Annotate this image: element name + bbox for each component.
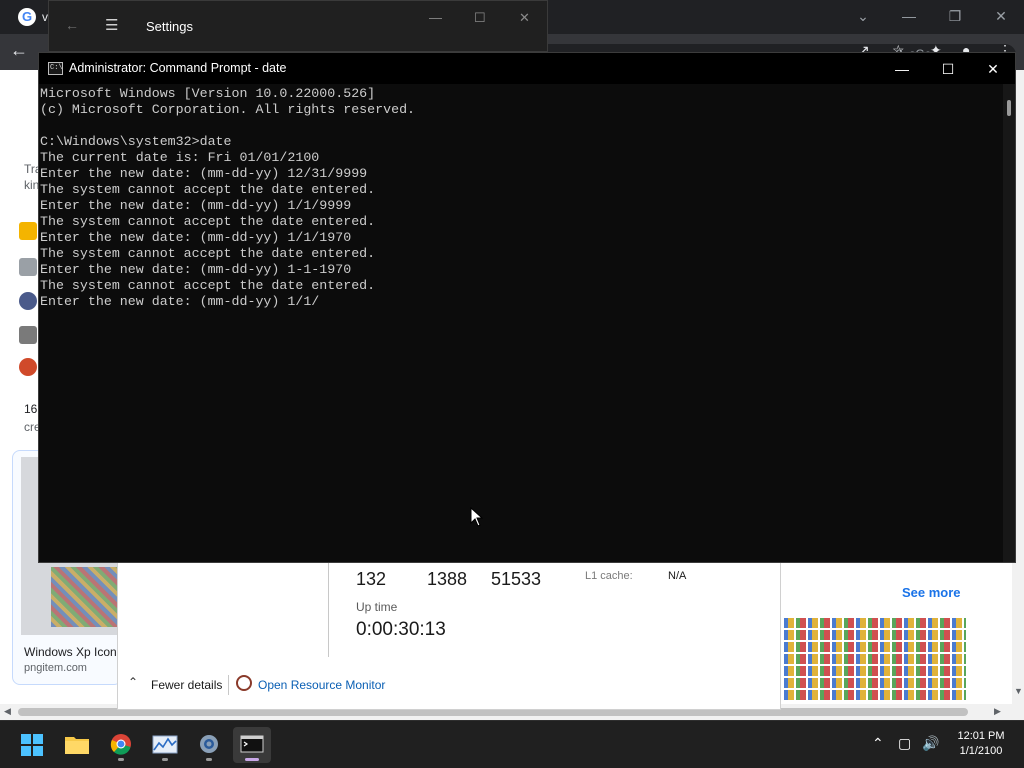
cmd-minimize-button[interactable]: — [879,57,925,81]
uptime-value: 0:00:30:13 [356,619,446,640]
l1-cache-label: L1 cache: [585,570,633,582]
scroll-right-arrow-icon[interactable]: ▶ [994,706,1001,717]
l1-cache-value: N/A [668,570,687,582]
chevron-up-icon[interactable]: ⌃ [128,675,138,689]
command-prompt-icon[interactable]: C:\ [48,62,63,75]
settings-close-button[interactable]: ✕ [519,10,530,26]
console-line: The current date is: Fri 01/01/2100 [40,150,320,165]
console-line: The system cannot accept the date entere… [40,182,376,197]
taskbar-command-prompt[interactable] [233,727,271,763]
uptime-label: Up time [356,600,398,614]
taskbar-file-explorer[interactable] [58,727,96,763]
taskbar-settings[interactable] [190,727,228,763]
browser-restore-button[interactable]: ❐ [940,6,970,26]
browser-back-arrow-icon[interactable]: ← [10,40,28,61]
handles-value: 132 [356,569,387,589]
console-line: The system cannot accept the date entere… [40,214,376,229]
image-result-title[interactable]: Windows Xp Icon [24,645,117,659]
glasses-thumbnail-icon[interactable] [19,292,37,310]
chevron-up-icon[interactable]: ⌃ [872,735,884,752]
command-prompt-titlebar[interactable]: C:\ Administrator: Command Prompt - date… [39,53,1015,84]
cmd-maximize-button[interactable]: ☐ [925,57,971,81]
console-output[interactable]: Microsoft Windows [Version 10.0.22000.52… [39,84,1003,562]
system-clock[interactable]: 12:01 PM 1/1/2100 [946,729,1016,759]
taskbar: ⌃ ▢ 🔊 12:01 PM 1/1/2100 [0,720,1024,768]
console-line: Microsoft Windows [Version 10.0.22000.52… [40,86,376,101]
icon-grid-image[interactable] [782,616,966,702]
taskbar-performance-monitor[interactable] [146,727,184,763]
browser-close-button[interactable]: ✕ [986,6,1016,26]
console-line: Enter the new date: (mm-dd-yy) 12/31/999… [40,166,368,181]
back-arrow-icon[interactable]: ← [65,17,79,33]
clock-date: 1/1/2100 [959,745,1003,757]
threads-value: 1388 [427,569,468,589]
open-resource-monitor-link[interactable]: Open Resource Monitor [258,678,385,692]
command-prompt-window[interactable]: C:\ Administrator: Command Prompt - date… [38,52,1016,563]
link-thumbnail-icon[interactable] [19,326,37,344]
google-favicon-icon[interactable]: G [18,8,36,26]
settings-minimize-button[interactable]: — [429,10,442,25]
settings-window: ← ☰ Settings — ☐ ✕ [48,0,548,52]
see-more-link[interactable]: See more [902,585,961,600]
browser-minimize-button[interactable]: — [894,6,924,26]
console-line: The system cannot accept the date entere… [40,278,376,293]
mouse-pointer-icon [470,507,484,527]
sidebar-text-fragment: 16 [24,402,38,416]
stats-divider [328,561,329,657]
console-scrollbar[interactable] [1003,84,1015,562]
settings-title: Settings [146,19,193,34]
console-line: (c) Microsoft Corporation. All rights re… [40,102,416,117]
console-line: C:\Windows\system32>date [40,134,232,149]
taskbar-chrome[interactable] [102,727,140,763]
processes-value: 51533 [491,569,542,589]
folder-icon [65,737,89,754]
resource-monitor-icon[interactable] [236,675,252,691]
console-scroll-thumb[interactable] [1007,100,1011,116]
cmd-close-button[interactable]: ✕ [970,57,1016,81]
console-line: Enter the new date: (mm-dd-yy) 1-1-1970 [40,262,352,277]
running-indicator [118,758,124,761]
task-manager-footer: ⌃ Fewer details Open Resource Monitor [118,671,780,701]
apple-thumbnail-icon[interactable] [19,358,37,376]
tab-search-chevron-icon[interactable]: ⌄ [848,6,878,26]
console-line: The system cannot accept the date entere… [40,246,376,261]
settings-maximize-button[interactable]: ☐ [474,10,486,26]
fewer-details-button[interactable]: Fewer details [151,678,222,692]
footer-separator [228,675,229,695]
active-indicator [245,758,259,761]
windows-logo-icon [21,734,43,756]
console-input-line[interactable]: Enter the new date: (mm-dd-yy) 1/1/ [40,294,1003,310]
chart-thumbnail-icon[interactable] [19,222,37,240]
console-line: Enter the new date: (mm-dd-yy) 1/1/9999 [40,198,352,213]
scroll-down-arrow-icon[interactable]: ▼ [1014,686,1023,696]
scroll-left-arrow-icon[interactable]: ◀ [4,706,11,717]
task-manager-window: 132 1388 51533 L1 cache: N/A Up time 0:0… [117,560,781,710]
running-indicator [206,758,212,761]
icon-collage-image [51,567,119,627]
document-thumbnail-icon[interactable] [19,258,37,276]
command-prompt-title: Administrator: Command Prompt - date [69,61,287,75]
start-button[interactable] [13,727,51,763]
hamburger-menu-icon[interactable]: ☰ [105,16,118,34]
console-line: Enter the new date: (mm-dd-yy) 1/1/1970 [40,230,352,245]
clock-time: 12:01 PM [957,730,1005,742]
volume-icon[interactable]: 🔊 [922,735,939,752]
running-indicator [162,758,168,761]
network-icon[interactable]: ▢ [898,735,911,752]
image-result-source: pngitem.com [24,662,87,674]
